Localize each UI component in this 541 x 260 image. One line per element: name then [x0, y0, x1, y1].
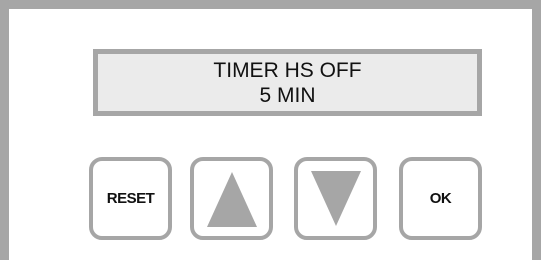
- display-line-1: TIMER HS OFF: [213, 59, 362, 82]
- ok-button-label: OK: [429, 190, 452, 207]
- arrow-up-icon: [206, 171, 257, 227]
- reset-button[interactable]: RESET: [89, 157, 172, 240]
- up-button[interactable]: [190, 157, 273, 240]
- control-panel: TIMER HS OFF 5 MIN RESET OK: [0, 0, 541, 260]
- reset-button-label: RESET: [106, 190, 155, 207]
- lcd-display: TIMER HS OFF 5 MIN: [93, 49, 482, 116]
- display-line-2: 5 MIN: [259, 84, 316, 107]
- down-button[interactable]: [294, 157, 377, 240]
- arrow-down-icon: [310, 170, 361, 226]
- ok-button[interactable]: OK: [399, 157, 482, 240]
